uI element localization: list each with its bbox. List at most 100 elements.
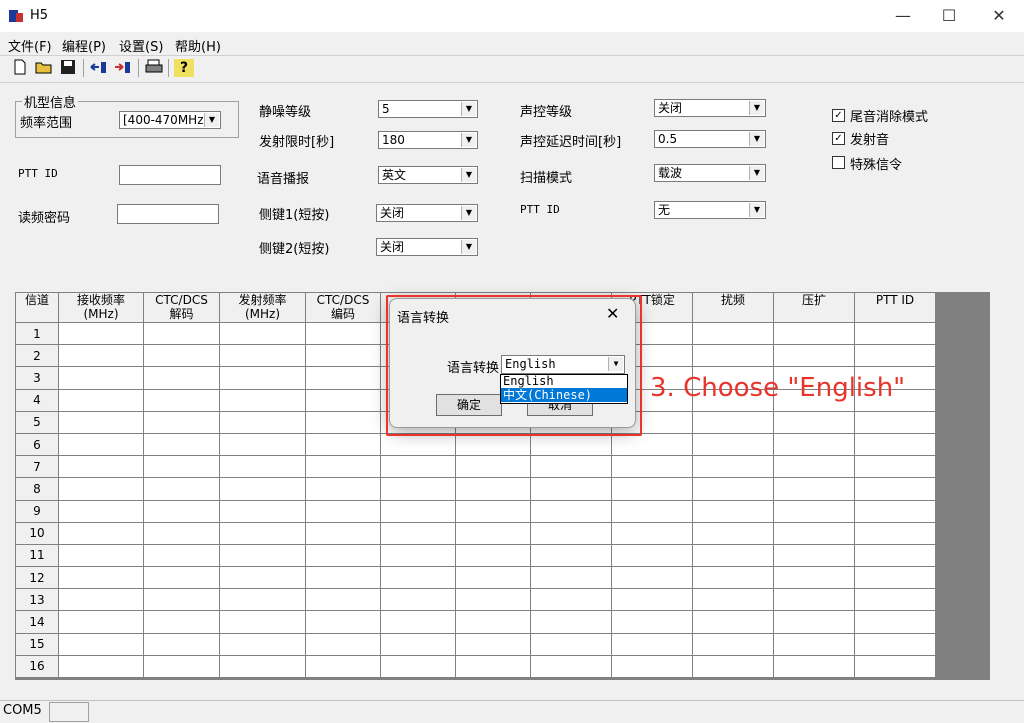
table-cell[interactable]	[530, 632, 612, 656]
table-cell[interactable]	[611, 499, 693, 523]
table-cell[interactable]	[143, 388, 220, 412]
table-cell[interactable]	[380, 521, 456, 545]
table-cell[interactable]	[380, 632, 456, 656]
table-cell[interactable]	[773, 588, 855, 612]
table-cell[interactable]	[219, 588, 306, 612]
table-cell[interactable]	[854, 543, 936, 568]
table-cell[interactable]	[854, 410, 936, 434]
minimize-button[interactable]: —	[880, 0, 926, 32]
table-cell[interactable]	[305, 566, 381, 590]
table-cell[interactable]	[530, 455, 612, 479]
table-cell[interactable]	[455, 588, 531, 612]
table-cell[interactable]	[530, 543, 612, 568]
table-cell[interactable]	[58, 654, 144, 679]
table-cell[interactable]	[854, 610, 936, 634]
table-cell[interactable]	[219, 632, 306, 656]
table-cell[interactable]	[380, 543, 456, 568]
table-cell[interactable]	[305, 477, 381, 501]
open-folder-icon[interactable]	[34, 59, 54, 77]
table-cell[interactable]	[455, 521, 531, 545]
table-cell[interactable]	[692, 588, 774, 612]
table-cell[interactable]	[380, 455, 456, 479]
table-cell[interactable]	[219, 344, 306, 368]
menu-help[interactable]: 帮助(H)	[175, 36, 221, 55]
table-cell[interactable]	[611, 566, 693, 590]
table-cell[interactable]	[143, 455, 220, 479]
table-cell[interactable]	[455, 610, 531, 634]
table-cell[interactable]	[773, 321, 855, 346]
column-header[interactable]: 信道	[15, 292, 59, 323]
table-cell[interactable]	[773, 566, 855, 590]
write-radio-icon[interactable]	[113, 59, 133, 77]
table-cell[interactable]	[455, 632, 531, 656]
table-cell[interactable]	[305, 521, 381, 545]
table-cell[interactable]	[530, 432, 612, 457]
tail-elim-checkbox[interactable]: ✓	[832, 109, 845, 122]
table-cell[interactable]	[305, 410, 381, 434]
table-cell[interactable]	[530, 499, 612, 523]
column-header[interactable]: 接收频率 (MHz)	[58, 292, 144, 323]
table-cell[interactable]	[692, 654, 774, 679]
table-cell[interactable]	[692, 521, 774, 545]
table-cell[interactable]	[58, 632, 144, 656]
table-cell[interactable]	[854, 321, 936, 346]
squelch-select[interactable]: 5 ▼	[378, 100, 478, 118]
table-cell[interactable]	[219, 432, 306, 457]
new-file-icon[interactable]	[10, 59, 30, 77]
column-header[interactable]: CTC/DCS 编码	[305, 292, 381, 323]
table-cell[interactable]	[305, 432, 381, 457]
column-header[interactable]: CTC/DCS 解码	[143, 292, 220, 323]
table-cell[interactable]	[854, 632, 936, 656]
table-cell[interactable]	[611, 477, 693, 501]
table-cell[interactable]	[692, 610, 774, 634]
table-cell[interactable]	[58, 610, 144, 634]
table-cell[interactable]	[530, 654, 612, 679]
table-cell[interactable]	[530, 610, 612, 634]
table-cell[interactable]	[305, 388, 381, 412]
table-cell[interactable]	[219, 388, 306, 412]
table-cell[interactable]	[854, 455, 936, 479]
read-password-input[interactable]	[117, 204, 219, 224]
table-cell[interactable]	[143, 321, 220, 346]
table-cell[interactable]	[380, 499, 456, 523]
column-header[interactable]: 扰频	[692, 292, 774, 323]
table-cell[interactable]	[530, 477, 612, 501]
table-cell[interactable]	[305, 455, 381, 479]
table-cell[interactable]	[143, 632, 220, 656]
menu-program[interactable]: 编程(P)	[62, 36, 106, 55]
table-cell[interactable]	[455, 566, 531, 590]
table-cell[interactable]	[58, 521, 144, 545]
table-cell[interactable]	[773, 654, 855, 679]
scan-mode-select[interactable]: 载波 ▼	[654, 164, 766, 182]
table-cell[interactable]	[219, 321, 306, 346]
table-cell[interactable]	[773, 499, 855, 523]
table-cell[interactable]	[380, 477, 456, 501]
table-cell[interactable]	[305, 588, 381, 612]
table-cell[interactable]	[143, 477, 220, 501]
print-icon[interactable]	[144, 59, 164, 77]
table-cell[interactable]	[455, 654, 531, 679]
table-cell[interactable]	[692, 566, 774, 590]
table-cell[interactable]	[58, 321, 144, 346]
save-icon[interactable]	[58, 59, 78, 77]
table-cell[interactable]	[530, 521, 612, 545]
table-cell[interactable]	[611, 632, 693, 656]
table-cell[interactable]	[219, 543, 306, 568]
table-cell[interactable]	[773, 632, 855, 656]
table-cell[interactable]	[58, 432, 144, 457]
table-cell[interactable]	[611, 521, 693, 545]
table-cell[interactable]	[773, 521, 855, 545]
table-cell[interactable]	[692, 543, 774, 568]
menu-settings[interactable]: 设置(S)	[119, 36, 163, 55]
table-cell[interactable]	[773, 455, 855, 479]
table-cell[interactable]	[611, 610, 693, 634]
column-header[interactable]: 发射频率 (MHz)	[219, 292, 306, 323]
table-cell[interactable]	[854, 566, 936, 590]
table-cell[interactable]	[143, 521, 220, 545]
table-cell[interactable]	[455, 455, 531, 479]
menu-file[interactable]: 文件(F)	[8, 36, 52, 55]
table-cell[interactable]	[219, 566, 306, 590]
table-cell[interactable]	[611, 543, 693, 568]
table-cell[interactable]	[305, 543, 381, 568]
table-cell[interactable]	[773, 344, 855, 368]
